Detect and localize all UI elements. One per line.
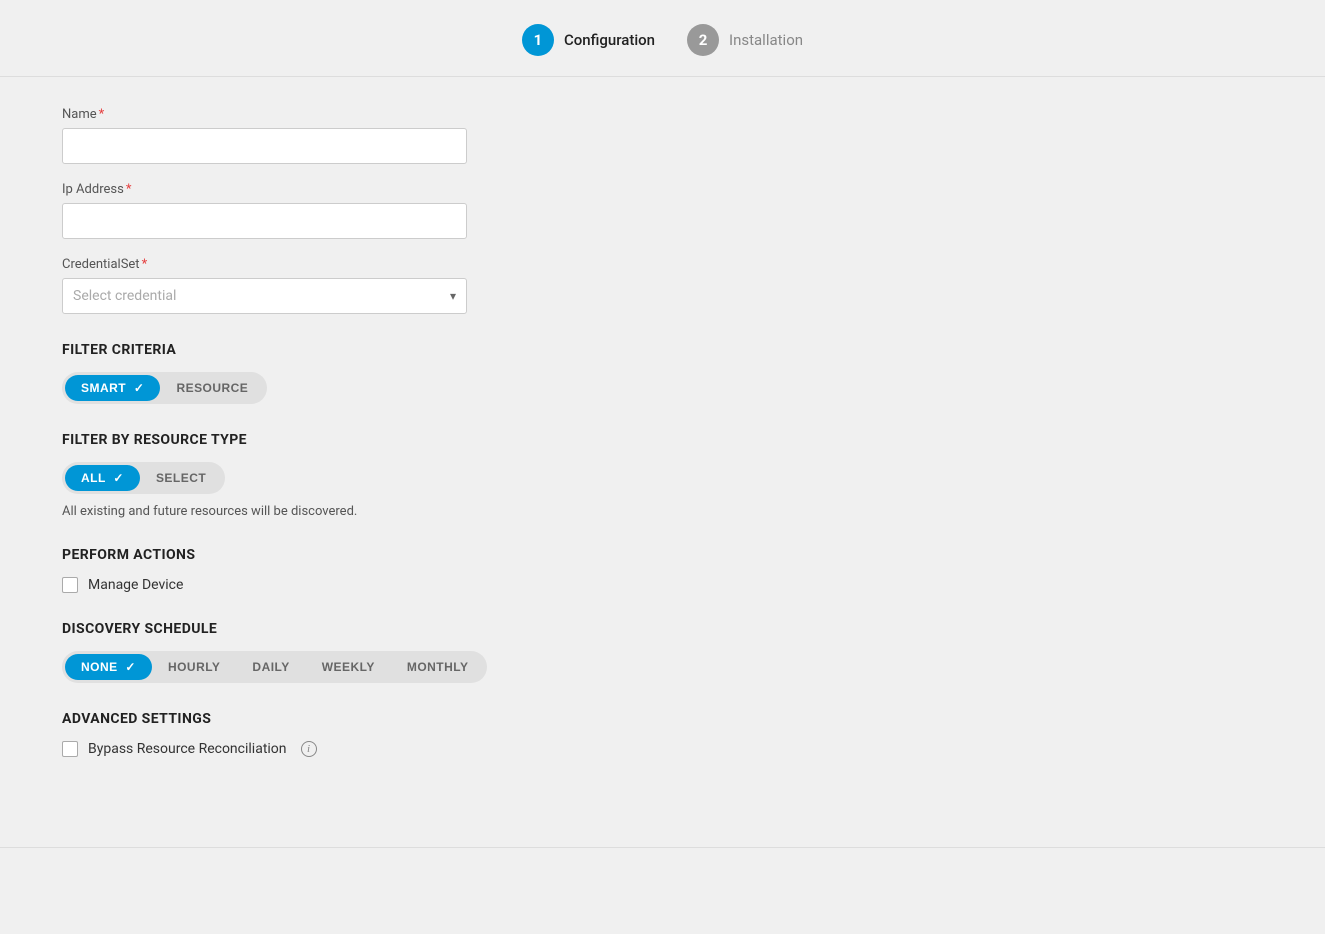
weekly-schedule-btn[interactable]: WEEKLY — [306, 654, 391, 680]
bypass-resource-row: Bypass Resource Reconciliation i — [62, 741, 838, 757]
step-1-label: Configuration — [564, 31, 655, 49]
ip-required-star: * — [126, 182, 132, 197]
all-checkmark-icon: ✓ — [113, 471, 124, 485]
credential-placeholder: Select credential — [73, 288, 176, 304]
chevron-down-icon: ▾ — [450, 289, 456, 303]
credential-select[interactable]: Select credential ▾ — [62, 278, 467, 314]
schedule-toggle-group: NONE ✓ HOURLY DAILY WEEKLY MONTHLY — [62, 651, 487, 683]
main-content: Name* Ip Address* CredentialSet* Select … — [0, 77, 900, 787]
name-required-star: * — [99, 107, 105, 122]
page-wrapper: 1 Configuration 2 Installation Name* Ip … — [0, 0, 1325, 934]
hourly-schedule-btn[interactable]: HOURLY — [152, 654, 236, 680]
ip-input[interactable] — [62, 203, 467, 239]
smart-checkmark-icon: ✓ — [134, 381, 145, 395]
filter-resource-type-heading: FILTER BY RESOURCE TYPE — [62, 432, 838, 448]
credential-label: CredentialSet* — [62, 257, 838, 272]
resource-info-text: All existing and future resources will b… — [62, 504, 838, 519]
discovery-schedule-heading: DISCOVERY SCHEDULE — [62, 621, 838, 637]
name-input[interactable] — [62, 128, 467, 164]
bypass-resource-label: Bypass Resource Reconciliation — [88, 741, 287, 757]
manage-device-checkbox[interactable] — [62, 577, 78, 593]
credential-field-group: CredentialSet* Select credential ▾ — [62, 257, 838, 314]
name-label: Name* — [62, 107, 838, 122]
filter-criteria-heading: FILTER CRITERIA — [62, 342, 838, 358]
step-2-label: Installation — [729, 31, 803, 49]
all-toggle-btn[interactable]: ALL ✓ — [65, 465, 140, 491]
stepper: 1 Configuration 2 Installation — [0, 0, 1325, 76]
perform-actions-heading: PERFORM ACTIONS — [62, 547, 838, 563]
step-1-circle: 1 — [522, 24, 554, 56]
bypass-info-icon[interactable]: i — [301, 741, 317, 757]
name-field-group: Name* — [62, 107, 838, 164]
manage-device-row: Manage Device — [62, 577, 838, 593]
none-schedule-btn[interactable]: NONE ✓ — [65, 654, 152, 680]
bottom-divider — [0, 847, 1325, 848]
step-2: 2 Installation — [687, 24, 803, 56]
filter-criteria-toggle-group: SMART ✓ RESOURCE — [62, 372, 267, 404]
step-2-circle: 2 — [687, 24, 719, 56]
advanced-settings-heading: ADVANCED SETTINGS — [62, 711, 838, 727]
monthly-schedule-btn[interactable]: MONTHLY — [391, 654, 485, 680]
bypass-resource-checkbox[interactable] — [62, 741, 78, 757]
credential-required-star: * — [142, 257, 148, 272]
ip-label: Ip Address* — [62, 182, 838, 197]
filter-resource-type-toggle-group: ALL ✓ SELECT — [62, 462, 225, 494]
daily-schedule-btn[interactable]: DAILY — [236, 654, 305, 680]
ip-field-group: Ip Address* — [62, 182, 838, 239]
step-1: 1 Configuration — [522, 24, 655, 56]
select-toggle-btn[interactable]: SELECT — [140, 465, 222, 491]
resource-toggle-btn[interactable]: RESOURCE — [160, 375, 264, 401]
smart-toggle-btn[interactable]: SMART ✓ — [65, 375, 160, 401]
manage-device-label: Manage Device — [88, 577, 183, 593]
none-checkmark-icon: ✓ — [125, 660, 136, 674]
